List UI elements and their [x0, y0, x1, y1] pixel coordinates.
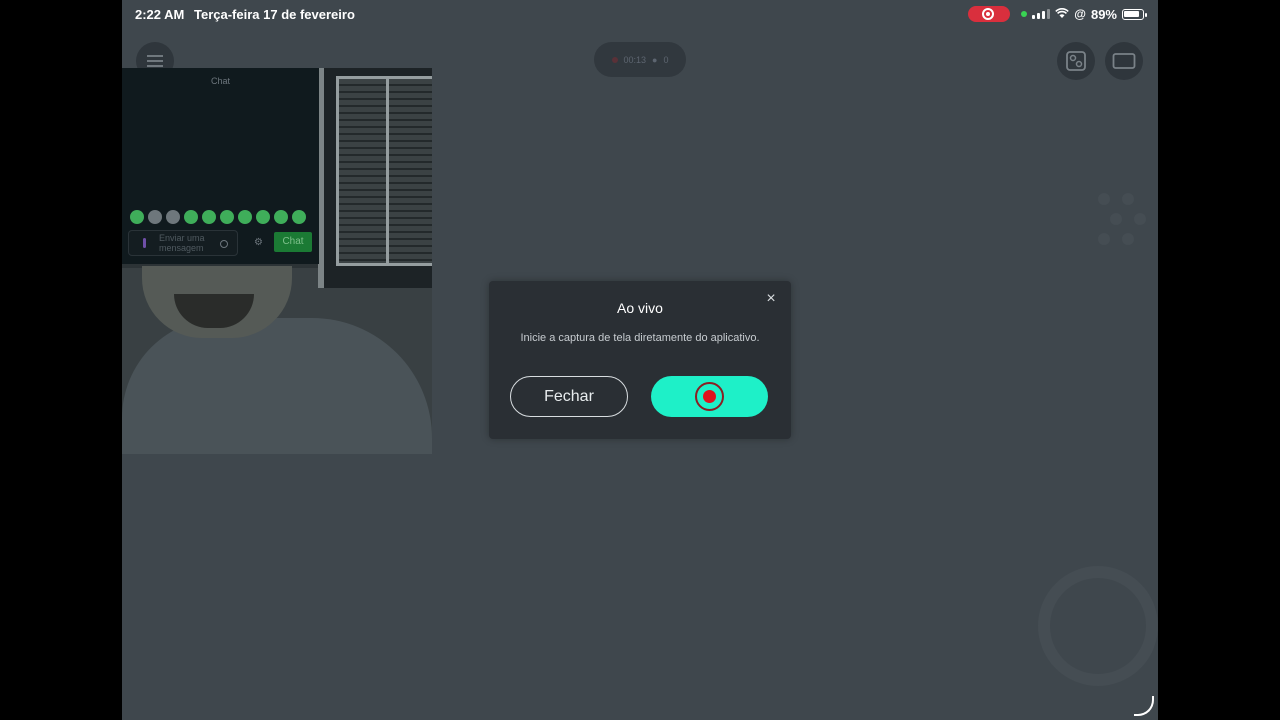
video-window: [318, 68, 432, 288]
wifi-icon: [1055, 7, 1070, 22]
smiley-icon[interactable]: [220, 240, 228, 248]
live-dialog: Ao vivo × Inicie a captura de tela diret…: [489, 281, 791, 439]
decorative-logo: [1038, 566, 1158, 686]
camera-layout-icon: [1066, 51, 1086, 71]
live-status-pill: 00:13 ● 0: [594, 42, 686, 77]
viewer-count: 0: [663, 54, 669, 65]
emoji-icon[interactable]: [166, 210, 180, 224]
status-bar: 2:22 AM Terça-feira 17 de fevereiro @ 89…: [122, 0, 1158, 30]
emoji-icon[interactable]: [202, 210, 216, 224]
window-shutter-right: [386, 76, 432, 266]
emoji-icon[interactable]: [220, 210, 234, 224]
emoji-icon[interactable]: [130, 210, 144, 224]
camera-switch-button[interactable]: [1057, 42, 1095, 80]
record-icon: [982, 8, 995, 20]
resize-handle-icon[interactable]: [1134, 696, 1154, 716]
dialog-title: Ao vivo: [617, 300, 663, 316]
dialog-message: Inicie a captura de tela diretamente do …: [520, 332, 760, 344]
status-time: 2:22 AM: [135, 7, 185, 22]
emoji-icon[interactable]: [148, 210, 162, 224]
app-screen: 2:22 AM Terça-feira 17 de fevereiro @ 89…: [122, 0, 1158, 720]
chat-send-button[interactable]: Chat: [274, 232, 312, 252]
decorative-pattern: [1090, 185, 1150, 255]
battery-icon: [1122, 8, 1147, 20]
emoji-icon[interactable]: [238, 210, 252, 224]
emoji-reactions: [130, 210, 306, 224]
orientation-lock-icon: @: [1074, 7, 1086, 21]
close-icon[interactable]: ×: [764, 291, 778, 307]
battery-percent: 89%: [1090, 6, 1117, 22]
live-dot-icon: [611, 56, 618, 63]
screen-button[interactable]: [1105, 42, 1143, 80]
live-timer: 00:13: [623, 54, 647, 65]
viewers-icon: ●: [652, 54, 658, 65]
status-indicators: @ 89%: [968, 6, 1147, 22]
emoji-icon[interactable]: [184, 210, 198, 224]
emoji-icon[interactable]: [274, 210, 288, 224]
start-recording-button[interactable]: [651, 376, 768, 417]
camera-active-dot: [1021, 11, 1028, 17]
chat-title: Chat: [210, 76, 230, 86]
emoji-icon[interactable]: [256, 210, 270, 224]
screen-icon: [1112, 53, 1136, 69]
record-icon: [695, 382, 724, 411]
status-date: Terça-feira 17 de fevereiro: [194, 7, 355, 22]
close-button[interactable]: Fechar: [510, 376, 628, 417]
emoji-icon[interactable]: [292, 210, 306, 224]
screen-recording-indicator[interactable]: [968, 6, 1011, 22]
chat-panel: Chat Enviar uma mensagem ⚙ Chat: [122, 68, 319, 264]
cellular-signal-icon: [1032, 9, 1051, 19]
gear-icon[interactable]: ⚙: [254, 237, 263, 248]
